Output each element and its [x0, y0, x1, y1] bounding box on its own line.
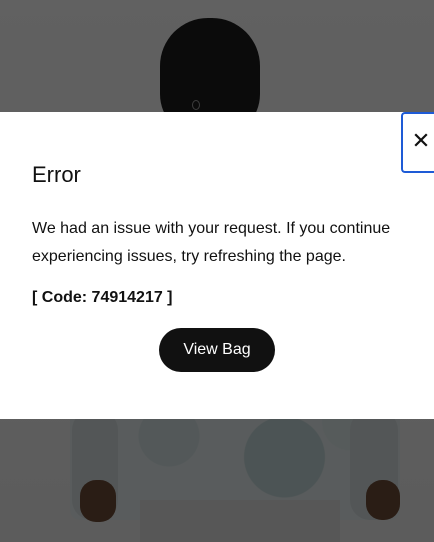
dialog-title: Error: [32, 162, 81, 187]
dialog-message: We had an issue with your request. If yo…: [32, 220, 391, 265]
view-bag-button[interactable]: View Bag: [159, 328, 275, 372]
close-button[interactable]: [401, 112, 434, 173]
page: Error We had an issue with your request.…: [0, 0, 434, 542]
error-dialog: Error We had an issue with your request.…: [0, 112, 434, 419]
error-code: [ Code: 74914217 ]: [32, 289, 173, 306]
close-icon: [413, 133, 428, 152]
dialog-actions: View Bag: [32, 328, 402, 372]
